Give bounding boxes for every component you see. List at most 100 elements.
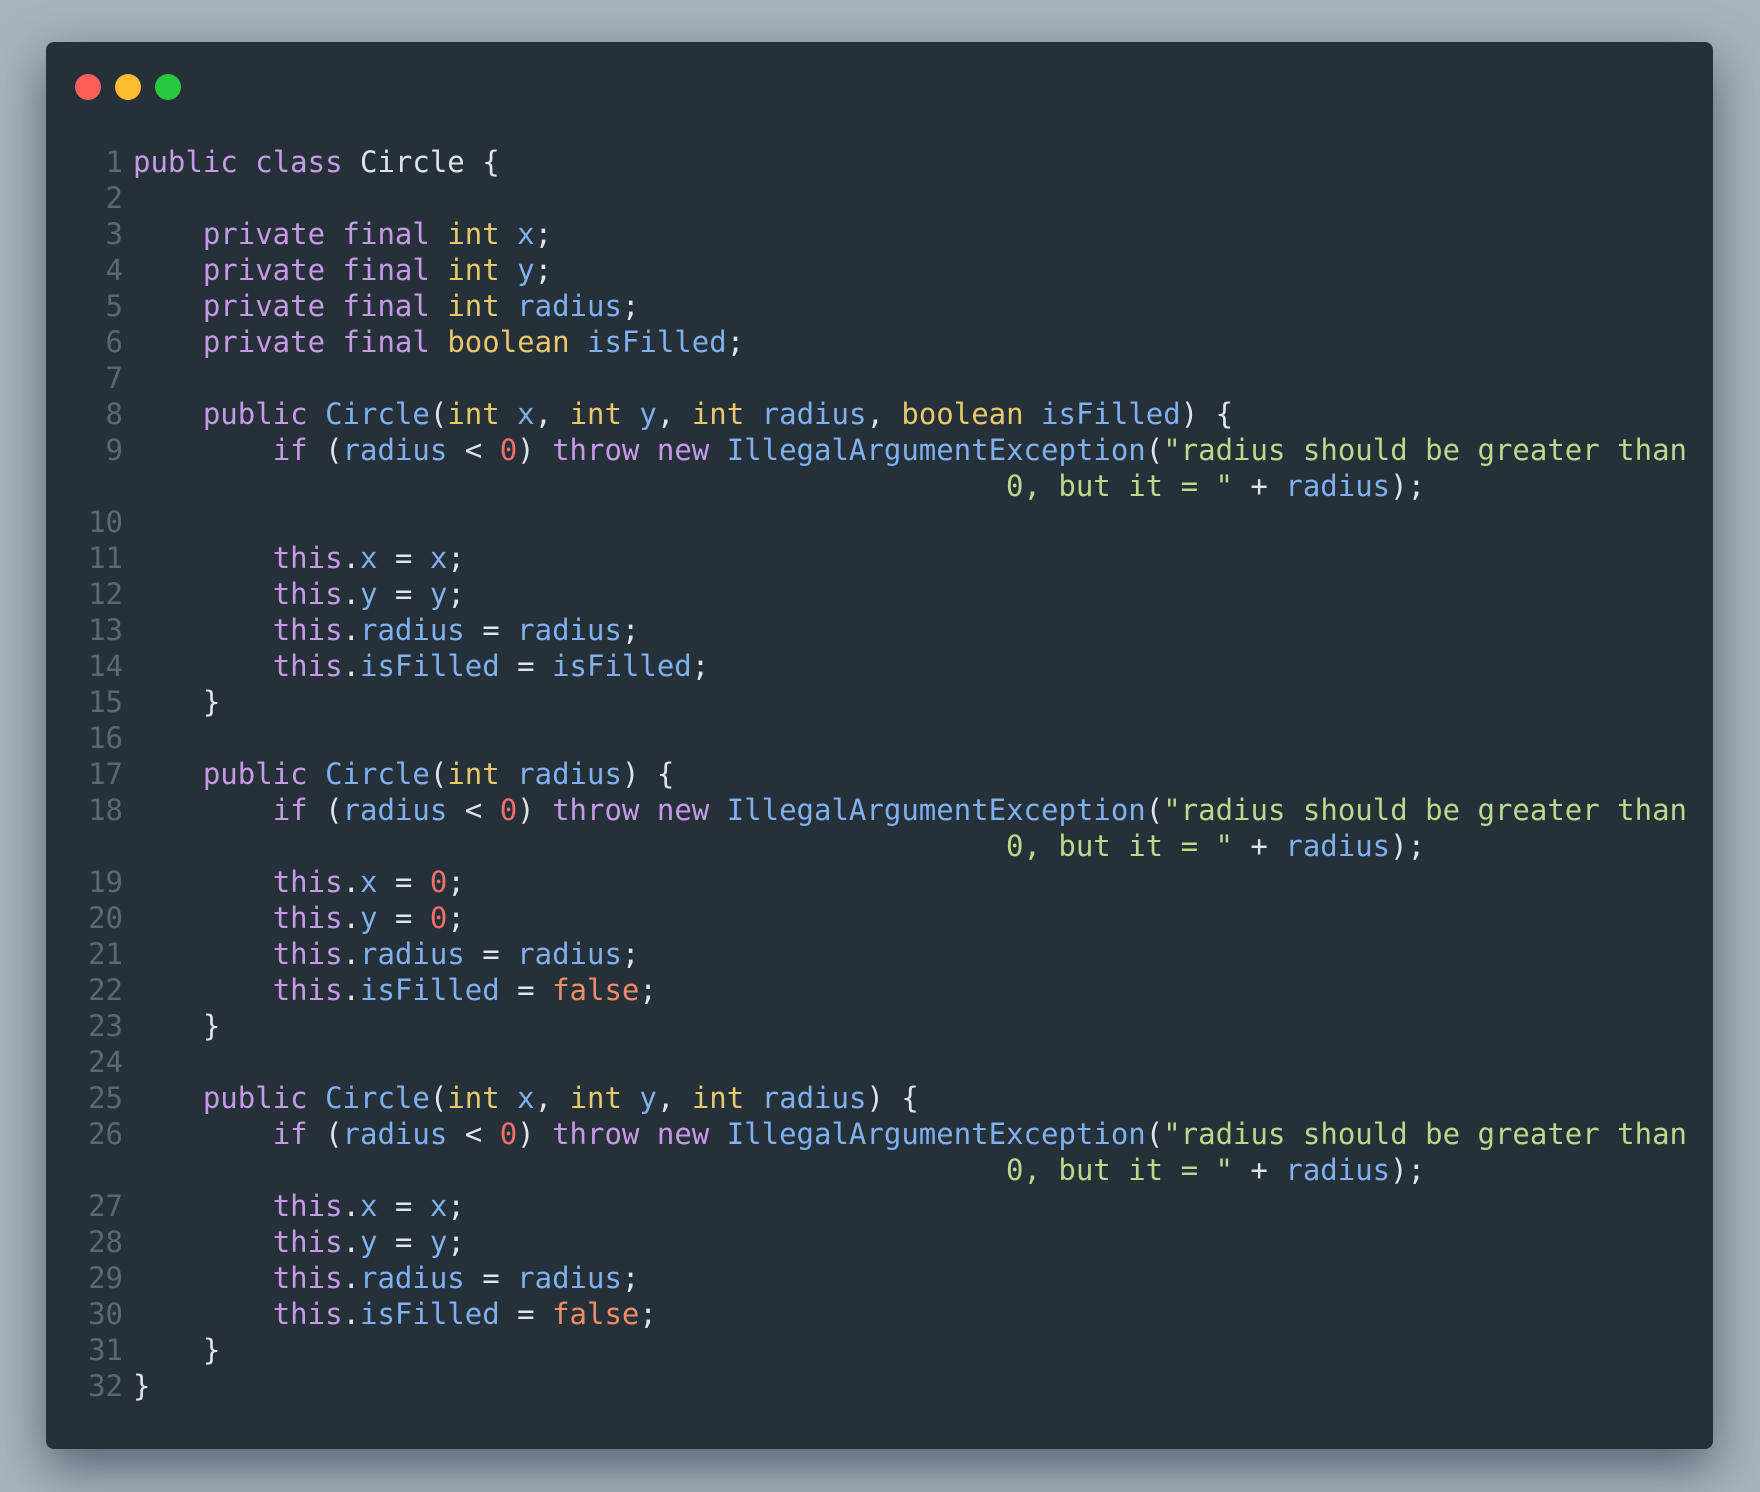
code-token: boolean (447, 325, 570, 359)
close-window-button[interactable] (75, 74, 101, 100)
code-token: x (517, 1081, 535, 1115)
code-line: 15 } (46, 684, 1713, 720)
code-token: ; (447, 901, 465, 935)
code-line: 14 this.isFilled = isFilled; (46, 648, 1713, 684)
code-token: = (377, 541, 430, 575)
code-token: radius (761, 1081, 867, 1115)
code-text: } (133, 1368, 150, 1404)
code-token: ) { (621, 757, 675, 791)
code-token: x (360, 865, 378, 899)
line-content: private final int y; (123, 252, 552, 288)
line-content: public Circle(int x, int y, int radius, … (123, 396, 1233, 432)
line-number: 21 (88, 937, 123, 971)
line-content: this.isFilled = isFilled; (123, 648, 710, 684)
line-number: 13 (88, 613, 123, 647)
code-token: radius (360, 613, 465, 647)
code-token: ); (1390, 1153, 1426, 1187)
code-token: new (656, 1117, 710, 1151)
code-token: ( (1145, 793, 1164, 827)
code-text: this.x = 0; (133, 864, 465, 900)
line-content: public Circle(int radius) { (123, 756, 674, 792)
code-token: isFilled (360, 649, 500, 683)
code-token: ; (534, 253, 553, 287)
code-token: = (377, 901, 430, 935)
code-line: 19 this.x = 0; (46, 864, 1713, 900)
code-token: . (342, 1261, 360, 1295)
code-token: this (272, 901, 343, 935)
line-number: 28 (88, 1225, 123, 1259)
line-content: if (radius < 0) throw new IllegalArgumen… (123, 792, 1687, 864)
minimize-window-button[interactable] (115, 74, 141, 100)
code-token: = (377, 577, 430, 611)
code-token: false (552, 973, 640, 1007)
line-number: 11 (88, 541, 123, 575)
code-line: 18 if (radius < 0) throw new IllegalArgu… (46, 792, 1713, 864)
line-number: 7 (105, 361, 123, 395)
code-line: 1 public class Circle { (46, 144, 1713, 180)
code-token: . (342, 901, 360, 935)
code-token: "radius should be greater than (1163, 793, 1688, 827)
code-line: 4 private final int y; (46, 252, 1713, 288)
code-token: ; (639, 973, 657, 1007)
code-text: this.isFilled = isFilled; (133, 648, 710, 684)
line-content (123, 360, 150, 396)
code-token: ( (429, 397, 448, 431)
maximize-window-button[interactable] (155, 74, 181, 100)
code-line: 7 (46, 360, 1713, 396)
code-token: ; (447, 865, 465, 899)
code-token: radius (1285, 1153, 1391, 1187)
line-number: 15 (88, 685, 123, 719)
code-line: 30 this.isFilled = false; (46, 1296, 1713, 1332)
code-token: radius (517, 937, 622, 971)
code-token: this (272, 865, 343, 899)
line-content: } (123, 1368, 150, 1404)
line-number: 29 (88, 1261, 123, 1295)
line-content (123, 180, 150, 216)
code-text: private final boolean isFilled; (133, 324, 744, 360)
code-line: 21 this.radius = radius; (46, 936, 1713, 972)
code-token: radius (1285, 829, 1391, 863)
line-number: 22 (88, 973, 123, 1007)
code-token: . (342, 1297, 360, 1331)
code-token: radius (342, 793, 448, 827)
code-token: ; (447, 541, 465, 575)
code-token: y (639, 397, 657, 431)
line-content: this.radius = radius; (123, 612, 640, 648)
code-text: this.x = x; (133, 1188, 465, 1224)
code-token: ( (307, 433, 343, 467)
code-token: ); (1390, 829, 1426, 863)
code-token: final (342, 289, 430, 323)
code-text: if (radius < 0) throw new IllegalArgumen… (133, 1116, 1687, 1152)
line-number: 8 (105, 397, 123, 431)
code-token: if (272, 793, 308, 827)
code-token: 0 (429, 865, 448, 899)
code-token: this (272, 1189, 343, 1223)
code-token: + (1232, 1153, 1286, 1187)
line-content: this.isFilled = false; (123, 972, 657, 1008)
code-token: ; (447, 577, 465, 611)
wrapped-continuation: 0, but it = " + radius); (133, 1152, 1687, 1188)
code-token: isFilled (1041, 397, 1181, 431)
code-token: radius (1285, 469, 1391, 503)
code-text: private final int x; (133, 216, 552, 252)
code-token: = (464, 937, 518, 971)
code-token: . (342, 937, 360, 971)
code-token: < (447, 793, 500, 827)
code-token: int (569, 1081, 622, 1115)
code-token: ; (621, 937, 640, 971)
